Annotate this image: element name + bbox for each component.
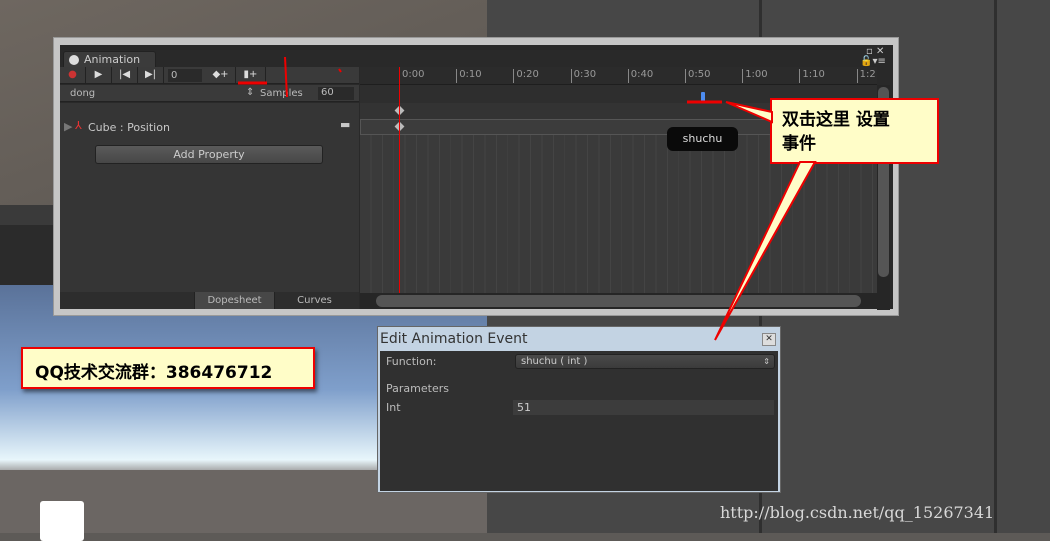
- pen-mark: [284, 56, 288, 98]
- pen-mark: [338, 68, 342, 73]
- callout-pointer: [714, 161, 817, 341]
- callout-pointer: [725, 101, 773, 124]
- annotation-overlay: [238, 56, 817, 341]
